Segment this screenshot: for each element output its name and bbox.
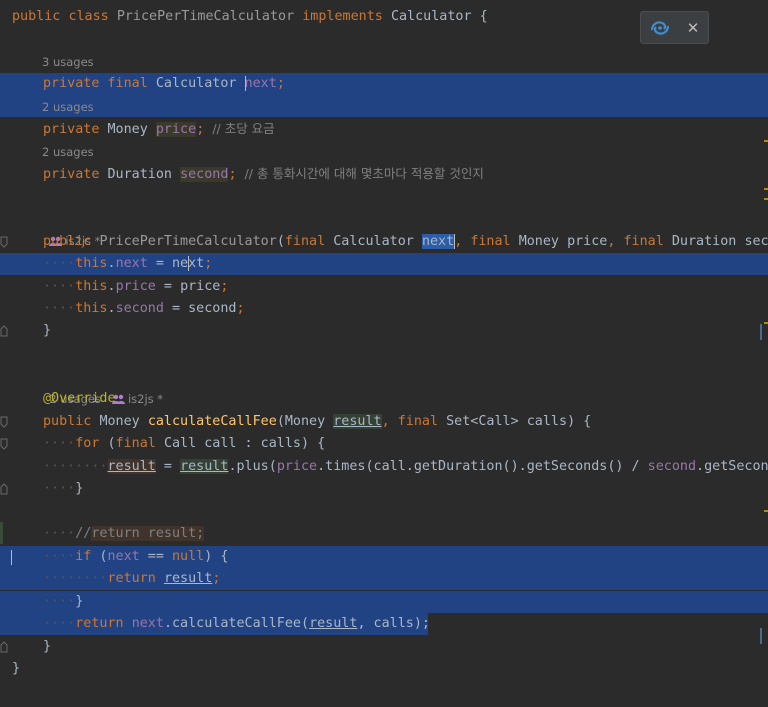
scroll-marker [764,198,768,200]
code-line-field-price[interactable]: private Money price; // 초당 요금 [0,118,768,140]
usages-hint[interactable]: 2 usages [42,141,94,163]
code-line-assign-next[interactable]: ····this.next = next; [0,253,768,275]
keyword-class: class [68,9,109,24]
field-second: second [180,167,229,182]
code-line-constructor-close[interactable]: } [0,320,768,342]
code-line-field-second[interactable]: private Duration second; // 총 통화시간에 대해 몇… [0,163,768,185]
ai-assistant-icon[interactable] [649,18,671,38]
field-next: next [244,76,277,91]
code-line-method-signature[interactable]: public Money calculateCallFee(Money resu… [0,411,768,433]
usages-hint[interactable]: 3 usages [42,51,94,73]
usages-hint[interactable]: 2 usages [42,96,94,118]
code-line-comment[interactable]: ····//return result; [0,523,768,545]
code-line-annotation[interactable]: @Override [0,388,768,410]
code-line-constructor-signature[interactable]: public PricePerTimeCalculator(final Calc… [0,231,768,253]
param-result: result [333,414,382,429]
code-line-assign-second[interactable]: ····this.second = second; [0,298,768,320]
keyword-public: public [12,9,61,24]
keyword-implements: implements [302,9,383,24]
code-line-field-next[interactable]: private final Calculator next; [0,73,768,95]
scroll-marker [764,140,768,142]
method-name: calculateCallFee [147,414,277,429]
code-line-method-close[interactable]: } [0,636,768,658]
code-line-return-next[interactable]: ····return next.calculateCallFee(result,… [0,613,768,635]
comment: // 총 통화시간에 대해 몇초마다 적용할 것인지 [244,166,484,181]
annotation-override: @Override [43,391,116,406]
usages-hint[interactable]: 2 usages is2js * [42,366,163,406]
close-icon[interactable]: ✕ [685,17,701,39]
field-price: price [155,122,197,137]
param-next: next [421,234,455,249]
code-line-for[interactable]: ····for (final Call call : calls) { [0,433,768,455]
interface-name: Calculator [390,9,472,24]
code-line-return-result[interactable]: ········return result; [0,568,768,590]
code-line-if-close[interactable]: ····} [0,591,768,613]
scroll-marker [764,188,768,190]
text-caret [11,550,12,565]
selection-band [0,95,768,117]
constructor-name: PricePerTimeCalculator [99,234,277,249]
code-line-assign-price[interactable]: ····this.price = price; [0,276,768,298]
code-line-class-close[interactable]: } [0,658,768,680]
code-line-accumulate[interactable]: ········result = result.plus(price.times… [0,456,768,478]
code-line-for-close[interactable]: ····} [0,478,768,500]
author-hint[interactable]: is2js * [42,208,100,248]
comment: // 초당 요금 [212,121,275,136]
ai-assistant-popup[interactable]: ✕ [640,11,709,44]
scroll-marker [764,510,768,512]
class-name: PricePerTimeCalculator [116,9,295,24]
code-line-if[interactable]: ····if (next == null) { [0,546,768,568]
